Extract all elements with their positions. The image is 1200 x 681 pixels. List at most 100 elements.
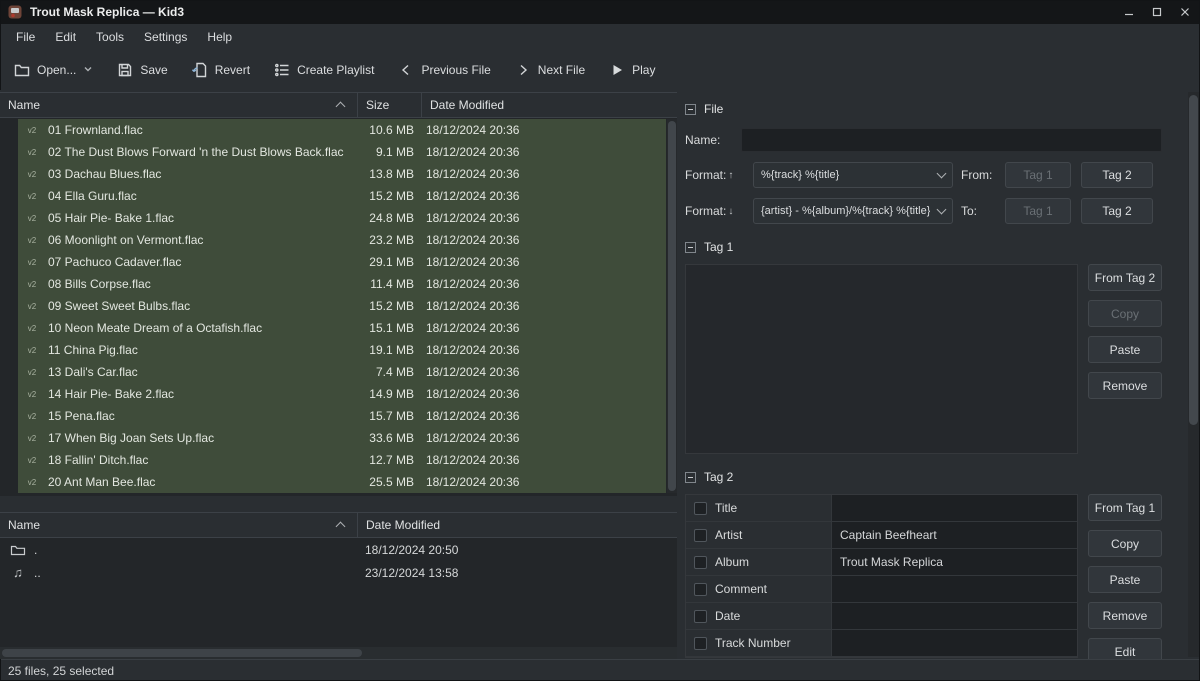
- file-row[interactable]: v2 04 Ella Guru.flac 15.2 MB 18/12/2024 …: [0, 185, 666, 207]
- file-row[interactable]: v2 03 Dachau Blues.flac 13.8 MB 18/12/20…: [0, 163, 666, 185]
- tree-indent: [0, 295, 18, 317]
- file-row[interactable]: v2 15 Pena.flac 15.7 MB 18/12/2024 20:36: [0, 405, 666, 427]
- field-value[interactable]: [831, 630, 1077, 656]
- horizontal-scrollbar[interactable]: [0, 647, 677, 659]
- menu-tools[interactable]: Tools: [86, 26, 134, 48]
- app-icon: [8, 5, 22, 19]
- maximize-button[interactable]: [1150, 5, 1164, 19]
- field-value[interactable]: Trout Mask Replica: [831, 549, 1077, 575]
- tag2-content: Title Artist Captain Beefheart: [685, 494, 1162, 659]
- file-row[interactable]: v2 11 China Pig.flac 19.1 MB 18/12/2024 …: [0, 339, 666, 361]
- field-checkbox[interactable]: [694, 502, 707, 515]
- menu-help[interactable]: Help: [197, 26, 242, 48]
- field-checkbox[interactable]: [694, 556, 707, 569]
- tag2-remove-button[interactable]: Remove: [1088, 602, 1162, 629]
- to-tag1-button[interactable]: Tag 1: [1005, 198, 1071, 224]
- previous-file-button[interactable]: Previous File: [398, 62, 490, 78]
- file-row[interactable]: v2 09 Sweet Sweet Bulbs.flac 15.2 MB 18/…: [0, 295, 666, 317]
- format-to-combobox[interactable]: {artist} - %{album}/%{track} %{title}: [753, 198, 953, 224]
- field-value[interactable]: [831, 495, 1077, 521]
- file-row-selected: v2 03 Dachau Blues.flac 13.8 MB 18/12/20…: [18, 163, 666, 185]
- file-list-scrollbar[interactable]: [667, 119, 677, 493]
- file-row[interactable]: v2 20 Ant Man Bee.flac 25.5 MB 18/12/202…: [0, 471, 666, 493]
- tag1-section-header[interactable]: Tag 1: [685, 238, 1162, 256]
- collapse-icon[interactable]: [685, 104, 696, 115]
- from-tag1-button[interactable]: Tag 1: [1005, 162, 1071, 188]
- field-value[interactable]: [831, 603, 1077, 629]
- tree-indent: [0, 449, 18, 471]
- file-row[interactable]: v2 07 Pachuco Cadaver.flac 29.1 MB 18/12…: [0, 251, 666, 273]
- file-row[interactable]: v2 17 When Big Joan Sets Up.flac 33.6 MB…: [0, 427, 666, 449]
- file-row[interactable]: v2 05 Hair Pie- Bake 1.flac 24.8 MB 18/1…: [0, 207, 666, 229]
- file-row-selected: v2 10 Neon Meate Dream of a Octafish.fla…: [18, 317, 666, 339]
- save-button[interactable]: Save: [117, 62, 167, 78]
- file-size: 29.1 MB: [358, 255, 418, 269]
- close-button[interactable]: [1178, 5, 1192, 19]
- create-playlist-button[interactable]: Create Playlist: [274, 62, 374, 78]
- file-row[interactable]: v2 18 Fallin' Ditch.flac 12.7 MB 18/12/2…: [0, 449, 666, 471]
- tag2-copy-button[interactable]: Copy: [1088, 530, 1162, 557]
- file-size: 25.5 MB: [358, 475, 418, 489]
- directory-table: Name Date Modified . 18/12/2024 20:50 ♫: [0, 512, 677, 647]
- filename-input[interactable]: [741, 128, 1162, 152]
- field-checkbox[interactable]: [694, 637, 707, 650]
- file-header-date[interactable]: Date Modified: [422, 93, 677, 117]
- collapse-icon[interactable]: [685, 242, 696, 253]
- tag2-section-header[interactable]: Tag 2: [685, 468, 1162, 486]
- menu-edit[interactable]: Edit: [45, 26, 86, 48]
- tag2-edit-button[interactable]: Edit: [1088, 638, 1162, 659]
- file-row[interactable]: v2 01 Frownland.flac 10.6 MB 18/12/2024 …: [0, 119, 666, 141]
- tag1-remove-button[interactable]: Remove: [1088, 372, 1162, 399]
- menu-file[interactable]: File: [6, 26, 45, 48]
- file-name: 14 Hair Pie- Bake 2.flac: [48, 387, 358, 401]
- next-file-button[interactable]: Next File: [515, 62, 585, 78]
- file-row[interactable]: v2 10 Neon Meate Dream of a Octafish.fla…: [0, 317, 666, 339]
- open-dropdown-button[interactable]: [83, 63, 93, 77]
- file-row[interactable]: v2 14 Hair Pie- Bake 2.flac 14.9 MB 18/1…: [0, 383, 666, 405]
- play-button[interactable]: Play: [609, 62, 655, 78]
- file-row[interactable]: v2 13 Dali's Car.flac 7.4 MB 18/12/2024 …: [0, 361, 666, 383]
- menu-settings[interactable]: Settings: [134, 26, 197, 48]
- file-date: 18/12/2024 20:36: [426, 189, 519, 203]
- file-name: 15 Pena.flac: [48, 409, 358, 423]
- format-from-combobox[interactable]: %{track} %{title}: [753, 162, 953, 188]
- dir-header-name-label: Name: [8, 518, 40, 532]
- dir-header-date[interactable]: Date Modified: [358, 513, 677, 537]
- file-row[interactable]: v2 02 The Dust Blows Forward 'n the Dust…: [0, 141, 666, 163]
- format-to-value: {artist} - %{album}/%{track} %{title}: [761, 205, 930, 217]
- field-label: Date: [715, 609, 740, 623]
- dir-row-parent[interactable]: ♫ .. 23/12/2024 13:58: [0, 561, 677, 584]
- maximize-icon: [1152, 7, 1162, 17]
- file-header-size[interactable]: Size: [358, 93, 422, 117]
- revert-icon: [192, 62, 208, 78]
- field-checkbox[interactable]: [694, 583, 707, 596]
- file-header-name[interactable]: Name: [0, 93, 358, 117]
- field-value[interactable]: [831, 576, 1077, 602]
- horizontal-scrollbar-thumb[interactable]: [2, 649, 362, 657]
- open-button[interactable]: Open...: [14, 62, 93, 78]
- dir-row-current[interactable]: . 18/12/2024 20:50: [0, 538, 677, 561]
- tag1-from-tag2-button[interactable]: From Tag 2: [1088, 264, 1162, 291]
- tag1-copy-button[interactable]: Copy: [1088, 300, 1162, 327]
- file-row[interactable]: v2 06 Moonlight on Vermont.flac 23.2 MB …: [0, 229, 666, 251]
- from-tag2-button[interactable]: Tag 2: [1081, 162, 1153, 188]
- file-section-header[interactable]: File: [685, 100, 1162, 118]
- tag-panel-scrollbar[interactable]: [1188, 92, 1199, 657]
- file-list-scrollbar-thumb[interactable]: [668, 121, 676, 491]
- filename-label: Name:: [685, 133, 741, 147]
- field-checkbox[interactable]: [694, 529, 707, 542]
- dir-header-name[interactable]: Name: [0, 513, 358, 537]
- tag1-fields-table[interactable]: [685, 264, 1078, 454]
- tag2-from-tag1-button[interactable]: From Tag 1: [1088, 494, 1162, 521]
- tag-v2-icon: v2: [24, 148, 40, 157]
- to-tag2-button[interactable]: Tag 2: [1081, 198, 1153, 224]
- minimize-button[interactable]: [1122, 5, 1136, 19]
- tag2-paste-button[interactable]: Paste: [1088, 566, 1162, 593]
- collapse-icon[interactable]: [685, 472, 696, 483]
- tag1-paste-button[interactable]: Paste: [1088, 336, 1162, 363]
- file-row[interactable]: v2 08 Bills Corpse.flac 11.4 MB 18/12/20…: [0, 273, 666, 295]
- field-checkbox[interactable]: [694, 610, 707, 623]
- field-value[interactable]: Captain Beefheart: [831, 522, 1077, 548]
- revert-button[interactable]: Revert: [192, 62, 250, 78]
- tag-panel-scrollbar-thumb[interactable]: [1189, 95, 1198, 425]
